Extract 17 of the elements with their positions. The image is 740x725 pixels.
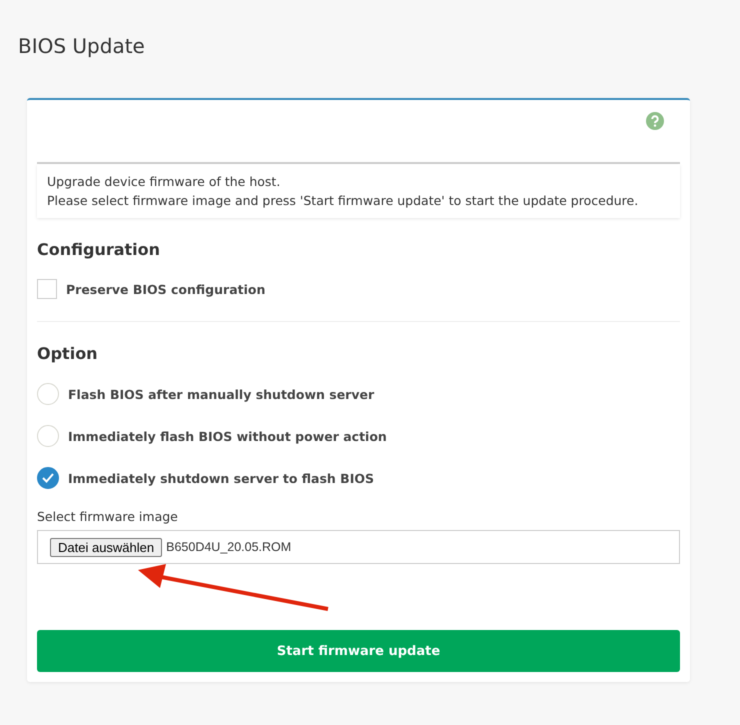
- field-label: Select firmware image: [37, 509, 179, 524]
- info-text: Upgrade device firmware of the host.: [47, 174, 282, 189]
- help-icon[interactable]: [646, 112, 664, 130]
- file-input-field[interactable]: Datei auswählen B650D4U_20.05.ROM: [37, 530, 680, 564]
- info-text: Please select firmware image and press 'Start firmware update' to start the update procedure.: [47, 193, 640, 208]
- radio-button[interactable]: [37, 467, 59, 489]
- page-title: BIOS Update: [18, 34, 146, 58]
- file-name: B650D4U_20.05.ROM: [166, 540, 292, 554]
- choose-file-button[interactable]: Datei auswählen: [50, 538, 162, 556]
- check-icon: [42, 473, 54, 483]
- radio-label: Immediately flash BIOS without power action: [68, 428, 387, 444]
- section-heading: Configuration: [37, 240, 162, 259]
- section-heading: Option: [37, 344, 99, 363]
- radio-label: Flash BIOS after manually shutdown server: [68, 386, 374, 402]
- radio-label: Immediately shutdown server to flash BIOS: [68, 470, 374, 486]
- checkbox-label: Preserve BIOS configuration: [66, 282, 266, 296]
- checkbox[interactable]: [37, 279, 57, 299]
